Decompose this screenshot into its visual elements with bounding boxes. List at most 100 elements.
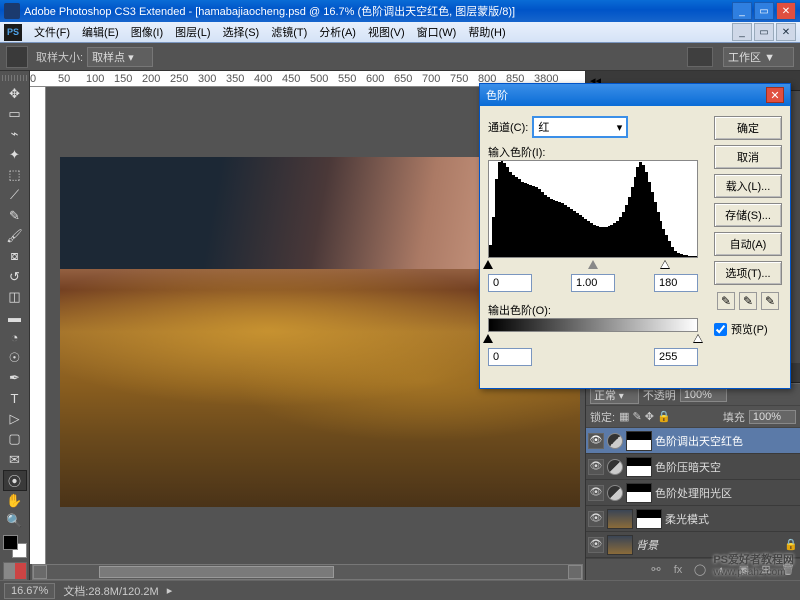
input-white-field[interactable]	[654, 274, 698, 292]
scroll-left-button[interactable]	[33, 565, 47, 579]
doc-minimize-button[interactable]: _	[732, 23, 752, 41]
marquee-tool[interactable]: ▭	[3, 104, 27, 124]
white-eyedropper-icon[interactable]: ✎	[761, 292, 779, 310]
layer-style-icon[interactable]: fx	[670, 562, 686, 578]
output-slider[interactable]	[488, 334, 698, 344]
auto-button[interactable]: 自动(A)	[714, 232, 782, 256]
zoom-tool[interactable]: 🔍	[3, 511, 27, 531]
toolbox-grip[interactable]	[2, 75, 28, 81]
wand-tool[interactable]: ✦	[3, 144, 27, 164]
menu-window[interactable]: 窗口(W)	[411, 22, 463, 42]
menu-image[interactable]: 图像(I)	[125, 22, 169, 42]
output-white-field[interactable]	[654, 348, 698, 366]
visibility-icon[interactable]: 👁	[588, 433, 604, 449]
menu-analysis[interactable]: 分析(A)	[313, 22, 362, 42]
scrollbar-horizontal[interactable]	[32, 564, 583, 580]
ok-button[interactable]: 确定	[714, 116, 782, 140]
status-arrow-icon[interactable]: ▸	[167, 584, 173, 597]
dialog-close-button[interactable]: ✕	[766, 87, 784, 103]
gray-eyedropper-icon[interactable]: ✎	[739, 292, 757, 310]
dodge-tool[interactable]: ☉	[3, 348, 27, 368]
blur-tool[interactable]: ◔	[3, 327, 27, 347]
link-layers-icon[interactable]: ⚯	[648, 562, 664, 578]
mask-thumb[interactable]	[626, 431, 652, 451]
eraser-tool[interactable]: ◫	[3, 287, 27, 307]
black-point-handle[interactable]	[483, 260, 493, 269]
fill-field[interactable]: 100%	[749, 410, 796, 424]
lock-icons[interactable]: ▦ ✎ ✥ 🔒	[619, 410, 671, 423]
layer-row[interactable]: 👁色阶处理阳光区	[586, 480, 800, 506]
zoom-level[interactable]: 16.67%	[4, 583, 55, 599]
dialog-titlebar[interactable]: 色阶 ✕	[480, 84, 790, 106]
brush-tool[interactable]: 🖌	[3, 226, 27, 246]
input-gamma-field[interactable]	[571, 274, 615, 292]
shape-tool[interactable]: ▢	[3, 429, 27, 449]
notes-tool[interactable]: ✉	[3, 449, 27, 469]
menu-filter[interactable]: 滤镜(T)	[265, 22, 313, 42]
menu-help[interactable]: 帮助(H)	[462, 22, 511, 42]
black-eyedropper-icon[interactable]: ✎	[717, 292, 735, 310]
type-tool[interactable]: T	[3, 388, 27, 408]
output-black-field[interactable]	[488, 348, 532, 366]
preview-checkbox[interactable]: 预览(P)	[714, 321, 782, 337]
go-to-bridge-icon[interactable]	[687, 47, 713, 67]
color-swatches[interactable]	[3, 535, 27, 557]
layer-row[interactable]: 👁色阶压暗天空	[586, 454, 800, 480]
minimize-button[interactable]: _	[732, 2, 752, 20]
doc-close-button[interactable]: ✕	[776, 23, 796, 41]
close-button[interactable]: ✕	[776, 2, 796, 20]
history-brush-tool[interactable]: ↺	[3, 266, 27, 286]
move-tool[interactable]: ✥	[3, 83, 27, 103]
histogram[interactable]	[488, 160, 698, 258]
mask-thumb[interactable]	[636, 509, 662, 529]
ruler-vertical[interactable]	[30, 87, 46, 564]
gamma-handle[interactable]	[588, 260, 598, 269]
out-black-handle[interactable]	[483, 334, 493, 343]
pen-tool[interactable]: ✒	[3, 368, 27, 388]
lasso-tool[interactable]: ⌁	[3, 124, 27, 144]
menu-select[interactable]: 选择(S)	[217, 22, 266, 42]
input-slider[interactable]	[488, 260, 698, 270]
maximize-button[interactable]: ▭	[754, 2, 774, 20]
menu-file[interactable]: 文件(F)	[28, 22, 76, 42]
scroll-right-button[interactable]	[568, 565, 582, 579]
white-point-handle[interactable]	[660, 260, 670, 269]
mask-thumb[interactable]	[626, 457, 652, 477]
workspace-select[interactable]: 工作区 ▼	[723, 47, 794, 67]
input-black-field[interactable]	[488, 274, 532, 292]
menu-layer[interactable]: 图层(L)	[169, 22, 216, 42]
sample-size-select[interactable]: 取样点 ▾	[87, 47, 153, 67]
slice-tool[interactable]: ⟋	[3, 185, 27, 205]
doc-restore-button[interactable]: ▭	[754, 23, 774, 41]
opacity-field[interactable]: 100%	[680, 388, 727, 402]
layer-mask-icon[interactable]: ◯	[692, 562, 708, 578]
hand-tool[interactable]: ✋	[3, 491, 27, 511]
scroll-thumb[interactable]	[99, 566, 333, 578]
quickmask-toggle[interactable]	[3, 562, 27, 581]
ps-logo-icon[interactable]: PS	[4, 24, 22, 41]
menu-edit[interactable]: 编辑(E)	[76, 22, 125, 42]
out-white-handle[interactable]	[693, 334, 703, 343]
layer-row[interactable]: 👁柔光模式	[586, 506, 800, 532]
layer-thumb[interactable]	[607, 535, 633, 555]
eyedropper-tool[interactable]: ⦿	[3, 470, 27, 491]
healing-tool[interactable]: ✎	[3, 205, 27, 225]
visibility-icon[interactable]: 👁	[588, 459, 604, 475]
visibility-icon[interactable]: 👁	[588, 485, 604, 501]
eyedropper-tool-icon[interactable]	[6, 46, 28, 68]
save-button[interactable]: 存储(S)...	[714, 203, 782, 227]
cancel-button[interactable]: 取消	[714, 145, 782, 169]
visibility-icon[interactable]: 👁	[588, 537, 604, 553]
menu-view[interactable]: 视图(V)	[362, 22, 411, 42]
mask-thumb[interactable]	[626, 483, 652, 503]
layer-thumb[interactable]	[607, 509, 633, 529]
channel-select[interactable]: 红▾	[532, 116, 628, 138]
crop-tool[interactable]: ⬚	[3, 165, 27, 185]
layer-row[interactable]: 👁色阶调出天空红色	[586, 428, 800, 454]
load-button[interactable]: 载入(L)...	[714, 174, 782, 198]
path-tool[interactable]: ▷	[3, 409, 27, 429]
stamp-tool[interactable]: ⧇	[3, 246, 27, 266]
visibility-icon[interactable]: 👁	[588, 511, 604, 527]
options-button[interactable]: 选项(T)...	[714, 261, 782, 285]
gradient-tool[interactable]: ▬	[3, 307, 27, 327]
